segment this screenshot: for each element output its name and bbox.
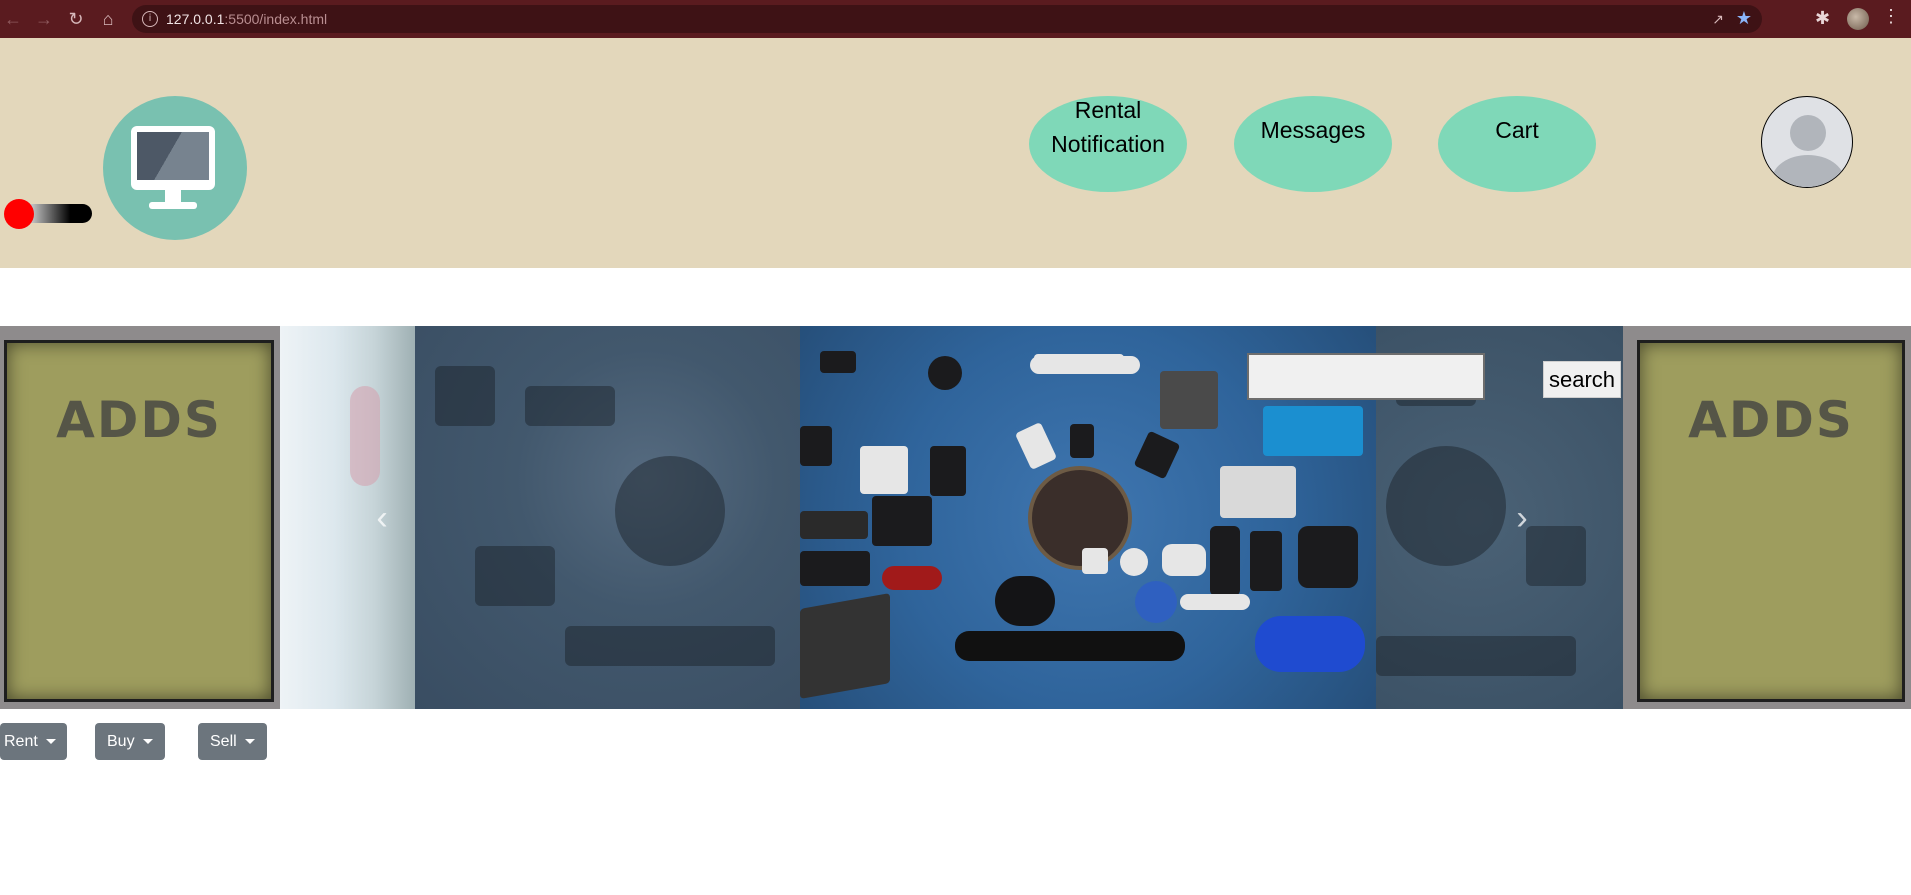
sell-dropdown-label: Sell bbox=[210, 732, 237, 750]
carousel-blur-left bbox=[415, 326, 800, 709]
buy-dropdown-label: Buy bbox=[107, 732, 135, 750]
search-input[interactable] bbox=[1247, 353, 1485, 400]
url-text[interactable]: 127.0.0.1:5500/index.html bbox=[166, 11, 327, 27]
monitor-logo-icon bbox=[103, 96, 247, 240]
nav-rental-line1: Rental bbox=[1074, 97, 1142, 123]
caret-down-icon bbox=[244, 739, 255, 744]
nav-cart-label: Cart bbox=[1495, 117, 1539, 143]
search-button[interactable]: search bbox=[1543, 361, 1621, 398]
reload-icon[interactable]: ↻ bbox=[65, 8, 87, 30]
share-icon[interactable]: ↗ bbox=[1712, 11, 1724, 28]
rent-dropdown[interactable]: Rent bbox=[0, 723, 67, 760]
kebab-menu-icon[interactable]: ⋮ bbox=[1882, 6, 1900, 27]
carousel-prev-slide bbox=[280, 326, 415, 709]
profile-avatar-icon[interactable] bbox=[1847, 8, 1869, 30]
nav-cart[interactable]: Cart bbox=[1438, 96, 1596, 192]
chevron-right-icon[interactable]: › bbox=[1512, 498, 1532, 538]
chevron-left-icon[interactable]: ‹ bbox=[372, 498, 392, 538]
browser-toolbar: ← → ↻ ⌂ i 127.0.0.1:5500/index.html ↗ ★ … bbox=[0, 0, 1911, 39]
nav-rental-notification[interactable]: Rental Notification bbox=[1029, 96, 1187, 192]
ad-left-label: ADDS bbox=[56, 391, 222, 449]
forward-arrow-icon[interactable]: → bbox=[33, 8, 55, 30]
nav-messages[interactable]: Messages bbox=[1234, 96, 1392, 192]
ad-right[interactable]: ADDS bbox=[1623, 326, 1911, 709]
caret-down-icon bbox=[142, 739, 153, 744]
home-icon[interactable]: ⌂ bbox=[97, 8, 119, 30]
caret-down-icon bbox=[45, 739, 56, 744]
extensions-icon[interactable]: ✱ bbox=[1815, 8, 1830, 29]
site-header bbox=[0, 38, 1911, 268]
address-bar[interactable]: i 127.0.0.1:5500/index.html ↗ ★ bbox=[132, 5, 1762, 33]
sell-dropdown[interactable]: Sell bbox=[198, 723, 267, 760]
info-icon[interactable]: i bbox=[142, 11, 158, 27]
ad-left[interactable]: ADDS bbox=[0, 326, 280, 709]
nav-messages-label: Messages bbox=[1260, 117, 1366, 143]
nav-rental-line2: Notification bbox=[1051, 131, 1165, 157]
buy-dropdown[interactable]: Buy bbox=[95, 723, 165, 760]
rent-dropdown-label: Rent bbox=[4, 732, 38, 750]
theme-toggle[interactable] bbox=[4, 199, 92, 229]
star-icon[interactable]: ★ bbox=[1736, 8, 1752, 29]
toggle-knob[interactable] bbox=[4, 199, 34, 229]
back-arrow-icon[interactable]: ← bbox=[2, 8, 24, 30]
ad-right-label: ADDS bbox=[1688, 391, 1854, 449]
user-avatar[interactable] bbox=[1761, 96, 1853, 188]
